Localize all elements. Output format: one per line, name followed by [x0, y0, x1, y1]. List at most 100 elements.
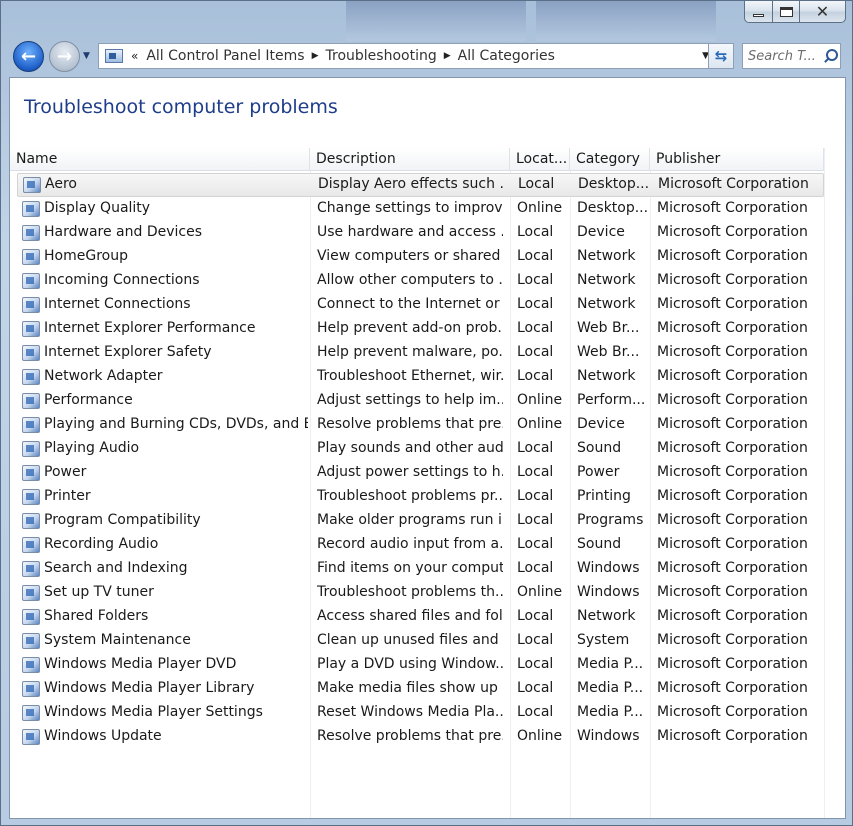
item-description: Troubleshoot Ethernet, wir... [317, 368, 503, 384]
item-location: Local [517, 632, 554, 648]
troubleshooter-icon [22, 561, 40, 577]
item-name: Set up TV tuner [44, 584, 154, 600]
list-item[interactable]: Internet Connections Connect to the Inter… [10, 293, 824, 317]
item-description: Play sounds and other aud... [317, 440, 503, 456]
list-item[interactable]: Performance Adjust settings to help im...… [10, 389, 824, 413]
column-header-location[interactable]: Locat... [510, 148, 570, 171]
troubleshooter-icon [22, 201, 40, 217]
recent-pages-button[interactable]: ▼ [83, 51, 90, 61]
close-button[interactable]: ✕ [800, 1, 846, 23]
list-item[interactable]: Set up TV tuner Troubleshoot problems th.… [10, 581, 824, 605]
forward-button[interactable]: → [49, 41, 80, 72]
column-header-name[interactable]: Name [10, 148, 310, 171]
list-item[interactable]: Aero Display Aero effects such ... Local De… [17, 173, 824, 197]
breadcrumb-troubleshooting[interactable]: Troubleshooting [326, 48, 437, 64]
item-publisher: Microsoft Corporation [657, 320, 808, 336]
column-header-publisher[interactable]: Publisher [650, 148, 824, 171]
breadcrumb-separator-icon[interactable]: ▶ [444, 51, 451, 61]
troubleshooter-icon [22, 369, 40, 385]
back-button[interactable]: ← [13, 41, 44, 72]
column-header-category[interactable]: Category [570, 148, 650, 171]
item-location: Online [517, 200, 563, 216]
breadcrumb-separator-icon[interactable]: ▶ [312, 51, 319, 61]
search-icon[interactable] [822, 48, 838, 64]
item-location: Local [517, 680, 554, 696]
item-location: Online [517, 728, 563, 744]
forward-arrow-icon: → [56, 46, 73, 67]
item-category: Printing [577, 488, 631, 504]
item-category: Perform... [577, 392, 646, 408]
item-location: Local [518, 176, 555, 192]
item-name: Printer [44, 488, 91, 504]
item-name: Program Compatibility [44, 512, 201, 528]
list-item[interactable]: Search and Indexing Find items on your co… [10, 557, 824, 581]
item-publisher: Microsoft Corporation [657, 584, 808, 600]
chevron-down-icon: ▼ [83, 51, 90, 61]
item-location: Local [517, 488, 554, 504]
item-category: Network [577, 296, 636, 312]
item-location: Local [517, 560, 554, 576]
list-item[interactable]: Windows Media Player Library Make media f… [10, 677, 824, 701]
minimize-button[interactable] [744, 1, 773, 23]
item-publisher: Microsoft Corporation [657, 464, 808, 480]
list-item[interactable]: Internet Explorer Safety Help prevent mal… [10, 341, 824, 365]
list-item[interactable]: Windows Update Resolve problems that pre.… [10, 725, 824, 749]
list-item[interactable]: HomeGroup View computers or shared ... Loc… [10, 245, 824, 269]
item-name: Internet Explorer Performance [44, 320, 256, 336]
troubleshooter-icon [22, 585, 40, 601]
breadcrumb-all-categories[interactable]: All Categories [458, 48, 555, 64]
list-item[interactable]: Windows Media Player DVD Play a DVD using… [10, 653, 824, 677]
item-location: Local [517, 296, 554, 312]
list-item[interactable]: Hardware and Devices Use hardware and acc… [10, 221, 824, 245]
list-item[interactable]: Network Adapter Troubleshoot Ethernet, wi… [10, 365, 824, 389]
column-header-description[interactable]: Description [310, 148, 510, 171]
search-box[interactable] [742, 43, 841, 69]
troubleshooter-icon [23, 177, 41, 193]
troubleshooter-icon [22, 321, 40, 337]
item-category: Device [577, 224, 625, 240]
item-name: Windows Media Player DVD [44, 656, 237, 672]
list-item[interactable]: Printer Troubleshoot problems pr... Local P… [10, 485, 824, 509]
item-location: Local [517, 512, 554, 528]
troubleshooter-icon [22, 225, 40, 241]
address-bar[interactable]: « All Control Panel Items ▶ Troubleshoot… [98, 43, 716, 69]
item-publisher: Microsoft Corporation [657, 560, 808, 576]
troubleshooter-icon [22, 705, 40, 721]
item-name: Windows Media Player Library [44, 680, 255, 696]
list-item[interactable]: Shared Folders Access shared files and fo… [10, 605, 824, 629]
breadcrumb-all-control-panel-items[interactable]: All Control Panel Items [146, 48, 304, 64]
list-item[interactable]: Program Compatibility Make older programs… [10, 509, 824, 533]
item-category: Programs [577, 512, 644, 528]
list-item[interactable]: Power Adjust power settings to h... Local P… [10, 461, 824, 485]
item-location: Online [517, 584, 563, 600]
maximize-icon [779, 6, 793, 17]
list-item[interactable]: Recording Audio Record audio input from a… [10, 533, 824, 557]
list-item[interactable]: System Maintenance Clean up unused files … [10, 629, 824, 653]
list-item[interactable]: Playing Audio Play sounds and other aud..… [10, 437, 824, 461]
item-description: Troubleshoot problems th... [317, 584, 503, 600]
list-item[interactable]: Playing and Burning CDs, DVDs, and B... R… [10, 413, 824, 437]
item-publisher: Microsoft Corporation [657, 632, 808, 648]
item-category: Network [577, 608, 636, 624]
scrollbar-track[interactable] [824, 148, 845, 818]
navigation-bar: ← → ▼ « All Control Panel Items ▶ Troubl… [9, 39, 844, 75]
refresh-button[interactable]: ⇆ [708, 43, 734, 69]
item-name: Internet Connections [44, 296, 191, 312]
item-category: Media P... [577, 704, 644, 720]
breadcrumb-overflow-button[interactable]: « [131, 49, 138, 63]
troubleshooter-icon [22, 273, 40, 289]
item-publisher: Microsoft Corporation [657, 680, 808, 696]
control-panel-icon [105, 49, 123, 63]
list-item[interactable]: Windows Media Player Settings Reset Windo… [10, 701, 824, 725]
list-item[interactable]: Display Quality Change settings to improv… [10, 197, 824, 221]
list-item[interactable]: Internet Explorer Performance Help preven… [10, 317, 824, 341]
list-item[interactable]: Incoming Connections Allow other computer… [10, 269, 824, 293]
item-description: View computers or shared ... [317, 248, 503, 264]
item-publisher: Microsoft Corporation [657, 392, 808, 408]
item-description: Troubleshoot problems pr... [317, 488, 503, 504]
item-location: Online [517, 392, 563, 408]
item-description: Connect to the Internet or ... [317, 296, 503, 312]
search-input[interactable] [748, 48, 820, 64]
item-category: Network [577, 368, 636, 384]
maximize-button[interactable] [773, 1, 800, 23]
